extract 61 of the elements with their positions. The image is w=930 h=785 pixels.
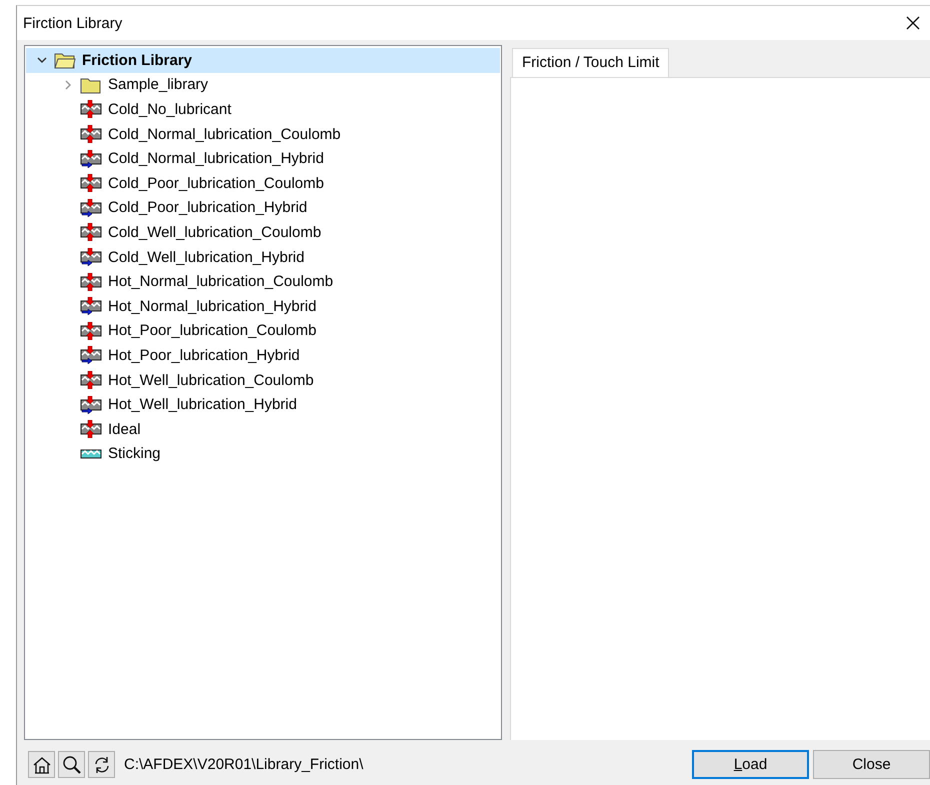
friction-icon	[80, 100, 102, 118]
tree-item[interactable]: Hot_Normal_lubrication_Hybrid	[26, 294, 500, 319]
close-icon[interactable]	[906, 16, 920, 30]
tree-item[interactable]: Ideal	[26, 416, 500, 442]
item-label: Hot_Well_lubrication_Hybrid	[108, 396, 297, 414]
tree-item[interactable]: Cold_Normal_lubrication_Hybrid	[26, 146, 500, 171]
friction-icon	[80, 150, 102, 168]
folder-icon	[80, 76, 102, 94]
item-label: Ideal	[108, 420, 141, 438]
home-button[interactable]	[28, 751, 55, 778]
tree-item[interactable]: Cold_Poor_lubrication_Hybrid	[26, 196, 500, 220]
dialog-button[interactable]: Close	[813, 750, 930, 779]
friction-icon	[80, 297, 102, 316]
item-label: Hot_Normal_lubrication_Coulomb	[108, 273, 334, 290]
window-title: Firction Library	[23, 14, 124, 32]
folder-path: C:\AFDEX\V20R01\Library_Friction\	[124, 756, 364, 773]
friction-icon	[80, 223, 102, 242]
tree-item[interactable]: Hot_Well_lubrication_Hybrid	[26, 392, 500, 417]
friction-icon	[80, 322, 102, 340]
dialog-button[interactable]: Load	[692, 750, 809, 779]
tree-item[interactable]: Hot_Poor_lubrication_Coulomb	[26, 318, 500, 344]
item-label: Cold_Poor_lubrication_Coulomb	[108, 174, 324, 192]
tab[interactable]: Friction / Touch Limit	[512, 48, 670, 77]
tree-item[interactable]: Hot_Well_lubrication_Coulomb	[26, 368, 500, 392]
friction-icon	[80, 174, 102, 192]
tree-item[interactable]: Hot_Normal_lubrication_Coulomb	[26, 269, 500, 294]
tree-item[interactable]: Cold_Normal_lubrication_Coulomb	[26, 122, 500, 146]
item-label: Sticking	[108, 445, 161, 462]
tree-item[interactable]: Friction Library	[26, 48, 500, 73]
home-icon	[32, 754, 52, 774]
friction-icon	[80, 248, 102, 266]
item-label: Cold_No_lubricant	[108, 100, 232, 118]
item-label: Hot_Normal_lubrication_Hybrid	[108, 298, 316, 315]
refresh-button[interactable]	[88, 751, 115, 778]
friction-icon	[80, 396, 102, 414]
tree-item[interactable]: Sample_library	[26, 72, 500, 98]
tree-item[interactable]: Cold_Well_lubrication_Hybrid	[26, 244, 500, 270]
item-label: Cold_Well_lubrication_Hybrid	[108, 248, 304, 266]
item-label: Sample_library	[108, 76, 208, 94]
tree-item[interactable]: Cold_Poor_lubrication_Coulomb	[26, 170, 500, 196]
friction-icon	[80, 125, 102, 144]
search-button[interactable]	[58, 751, 85, 778]
search-icon	[62, 754, 82, 774]
item-label: Cold_Well_lubrication_Coulomb	[108, 224, 322, 241]
item-label: Cold_Normal_lubrication_Coulomb	[108, 126, 341, 143]
friction-icon	[80, 346, 102, 364]
friction-icon	[80, 371, 102, 390]
tree-item[interactable]: Cold_Well_lubrication_Coulomb	[26, 220, 500, 245]
tree-item[interactable]: Cold_No_lubricant	[26, 97, 500, 122]
item-label: Friction Library	[82, 52, 192, 69]
tree-item[interactable]: Sticking	[26, 442, 500, 466]
item-label: Hot_Poor_lubrication_Coulomb	[108, 322, 316, 340]
item-label: Cold_Poor_lubrication_Hybrid	[108, 199, 308, 216]
item-label: Cold_Normal_lubrication_Hybrid	[108, 150, 324, 168]
tree-item[interactable]: Hot_Poor_lubrication_Hybrid	[26, 343, 500, 368]
friction-icon	[80, 420, 102, 438]
friction-icon	[80, 198, 102, 217]
item-label: Hot_Well_lubrication_Coulomb	[108, 372, 314, 389]
folder-icon	[54, 51, 76, 70]
friction-icon	[80, 272, 102, 291]
item-label: Hot_Poor_lubrication_Hybrid	[108, 346, 300, 364]
